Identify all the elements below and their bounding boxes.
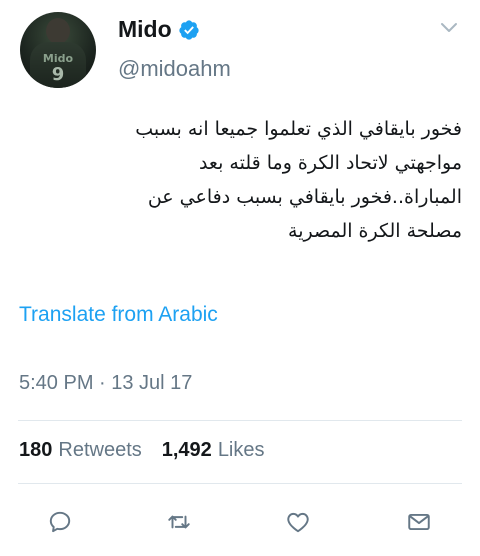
heart-icon	[287, 512, 309, 533]
translate-link[interactable]: Translate from Arabic	[19, 303, 218, 327]
likes-stat[interactable]: 1,492 Likes	[162, 439, 265, 462]
tweet-text-line: المباراة..فخور بايقافي بسبب دفاعي عن	[147, 186, 462, 208]
tweet-text-line: مواجهتي لاتحاد الكرة وما قلته بعد	[198, 152, 462, 174]
chevron-down-icon[interactable]	[440, 22, 458, 34]
tweet-stats: 180 Retweets 1,492 Likes	[19, 439, 265, 462]
tweet-header: Mido 9 Mido @midoahm	[0, 0, 480, 100]
avatar-head	[46, 18, 70, 44]
avatar[interactable]: Mido 9	[20, 12, 96, 88]
retweets-count: 180	[19, 439, 53, 461]
likes-count: 1,492	[161, 439, 212, 461]
message-button[interactable]	[401, 504, 437, 540]
reply-button[interactable]	[42, 504, 78, 540]
action-bar	[0, 504, 480, 544]
avatar-shirt-number: 9	[51, 64, 65, 85]
tweet-timestamp[interactable]: 5:40 PM · 13 Jul 17	[19, 372, 192, 395]
retweets-stat[interactable]: 180 Retweets	[19, 439, 142, 462]
retweet-icon	[168, 515, 190, 529]
likes-label: Likes	[217, 439, 265, 461]
like-button[interactable]	[280, 504, 316, 540]
reply-icon	[49, 511, 71, 533]
retweets-label: Retweets	[58, 439, 142, 461]
envelope-icon	[408, 513, 430, 531]
user-handle[interactable]: @midoahm	[118, 56, 231, 82]
divider	[18, 483, 462, 484]
tweet-text: فخور بايقافي الذي تعلموا جميعا انه بسبب …	[18, 112, 462, 248]
tweet-text-line: فخور بايقافي الذي تعلموا جميعا انه بسبب	[135, 118, 462, 140]
name-row: Mido	[118, 16, 200, 43]
retweet-button[interactable]	[161, 504, 197, 540]
tweet-text-line: مصلحة الكرة المصرية	[288, 220, 462, 242]
display-name[interactable]: Mido	[118, 16, 172, 43]
divider	[18, 420, 462, 421]
verified-badge-icon	[179, 19, 199, 40]
